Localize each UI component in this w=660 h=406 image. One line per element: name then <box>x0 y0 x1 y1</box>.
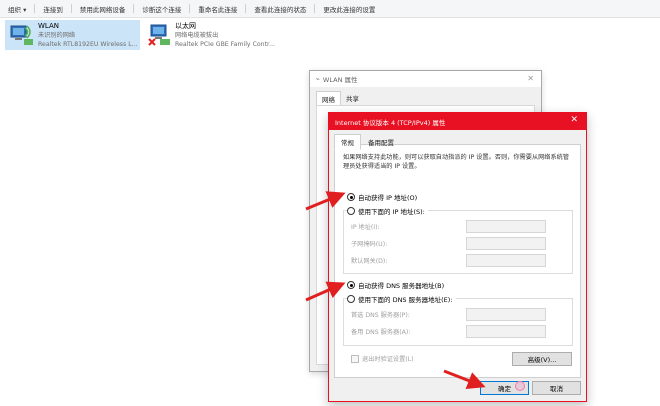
diagnose-button[interactable]: 诊断这个连接 <box>134 4 189 14</box>
ipv4-tab-strip: 常规 备用配置 <box>329 130 586 150</box>
tab-alternate-config[interactable]: 备用配置 <box>361 134 401 150</box>
tab-networking[interactable]: 网络 <box>316 91 341 106</box>
dns-auto-radio[interactable]: 自动获得 DNS 服务器地址(B) <box>347 280 444 290</box>
close-icon[interactable]: ✕ <box>527 74 534 83</box>
ip-manual-label: 使用下面的 IP 地址(S): <box>358 208 425 216</box>
adapter-name: WLAN <box>38 22 60 30</box>
advanced-button[interactable]: 高级(V)... <box>512 352 572 366</box>
alternate-dns-input[interactable] <box>466 325 546 338</box>
preferred-dns-input[interactable] <box>466 308 546 321</box>
adapter-device: Realtek PCIe GBE Family Contr... <box>175 41 275 48</box>
radio-selected-icon <box>347 281 355 289</box>
checkbox-icon <box>351 354 359 363</box>
dns-manual-radio[interactable]: 使用下面的 DNS 服务器地址(E): <box>347 294 456 304</box>
radio-selected-icon <box>347 193 355 201</box>
adapter-status: 未识别的网络 <box>38 32 76 39</box>
ip-settings-description: 如果网络支持此功能，则可以获取自动指派的 IP 设置。否则，你需要从网络系统管理… <box>343 154 570 170</box>
validate-on-exit-label: 退出时验证设置(L) <box>362 356 414 363</box>
adapter-ethernet[interactable]: 以太网 网络电缆被拔出 Realtek PCIe GBE Family Cont… <box>142 20 277 50</box>
organize-menu[interactable]: 组织 ▾ <box>0 4 34 14</box>
change-settings-button[interactable]: 更改此连接的设置 <box>315 4 383 14</box>
wlan-title-icon: ⌁ <box>316 75 320 83</box>
view-status-button[interactable]: 查看此连接的状态 <box>246 4 314 14</box>
dns-auto-label: 自动获得 DNS 服务器地址(B) <box>358 282 445 290</box>
disable-device-button[interactable]: 禁用此网络设备 <box>72 4 134 14</box>
ethernet-adapter-icon <box>147 22 171 46</box>
subnet-mask-label: 子网掩码(U): <box>351 241 388 248</box>
radio-unselected-icon <box>347 295 355 303</box>
ipv4-title-bar: Internet 协议版本 4 (TCP/IPv4) 属性 ✕ <box>329 113 586 130</box>
general-tab-panel: 如果网络支持此功能，则可以获取自动指派的 IP 设置。否则，你需要从网络系统管理… <box>334 144 581 378</box>
ip-auto-radio[interactable]: 自动获得 IP 地址(O) <box>347 192 417 202</box>
ip-auto-label: 自动获得 IP 地址(O) <box>358 194 418 202</box>
rename-button[interactable]: 重命名此连接 <box>190 4 245 14</box>
mouse-cursor-icon <box>515 381 525 391</box>
dns-server-group <box>343 298 573 346</box>
ip-manual-radio[interactable]: 使用下面的 IP 地址(S): <box>347 206 428 216</box>
default-gateway-input[interactable] <box>466 254 546 267</box>
ipv4-title: Internet 协议版本 4 (TCP/IPv4) 属性 <box>335 118 446 127</box>
wlan-title-bar: ⌁ WLAN 属性 ✕ <box>310 71 541 87</box>
wlan-title: WLAN 属性 <box>322 76 358 84</box>
ip-address-input[interactable] <box>466 220 546 233</box>
adapter-wlan[interactable]: WLAN 未识别的网络 Realtek RTL8192EU Wireless L… <box>5 20 140 50</box>
alternate-dns-label: 备用 DNS 服务器(A): <box>351 329 411 336</box>
adapter-device: Realtek RTL8192EU Wireless L... <box>38 41 138 48</box>
adapter-name: 以太网 <box>175 22 196 30</box>
command-bar: 组织 ▾ 连接到 禁用此网络设备 诊断这个连接 重命名此连接 查看此连接的状态 … <box>0 0 660 18</box>
ip-address-label: IP 地址(I): <box>351 224 380 231</box>
radio-unselected-icon <box>347 207 355 215</box>
preferred-dns-label: 首选 DNS 服务器(P): <box>351 312 410 319</box>
default-gateway-label: 默认网关(D): <box>351 258 388 265</box>
wlan-tab-strip: 网络 共享 <box>310 87 541 106</box>
validate-on-exit-checkbox[interactable]: 退出时验证设置(L) <box>351 354 414 363</box>
tab-sharing[interactable]: 共享 <box>341 91 364 106</box>
tab-general[interactable]: 常规 <box>334 134 361 150</box>
connect-to-button[interactable]: 连接到 <box>35 4 71 14</box>
wireless-adapter-icon <box>10 22 34 46</box>
ipv4-properties-dialog: Internet 协议版本 4 (TCP/IPv4) 属性 ✕ 常规 备用配置 … <box>328 112 587 402</box>
subnet-mask-input[interactable] <box>466 237 546 250</box>
close-icon[interactable]: ✕ <box>570 115 578 125</box>
cancel-button[interactable]: 取消 <box>532 381 581 395</box>
adapter-status: 网络电缆被拔出 <box>175 32 219 39</box>
dns-manual-label: 使用下面的 DNS 服务器地址(E): <box>358 296 453 304</box>
